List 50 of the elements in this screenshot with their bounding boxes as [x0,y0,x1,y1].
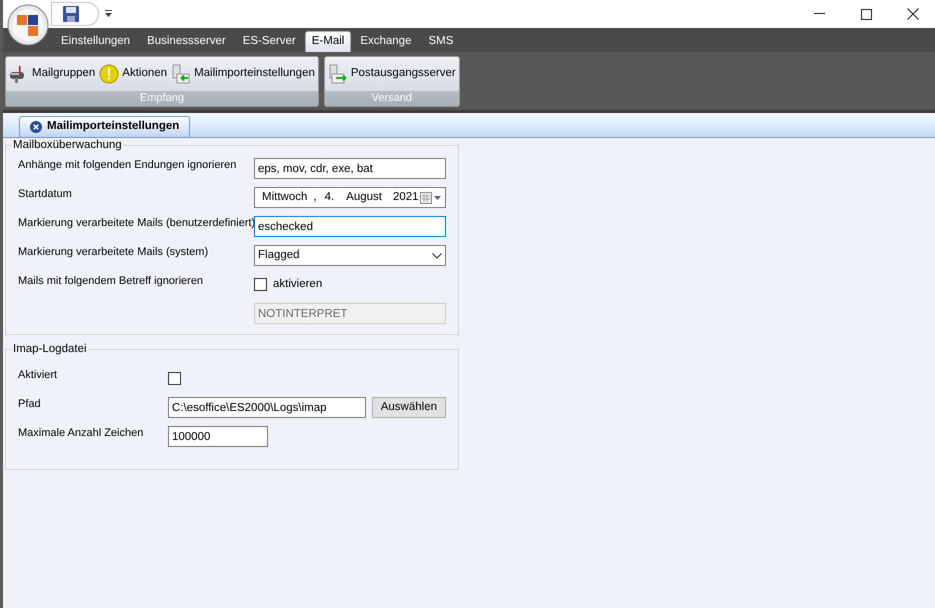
ribbon-button[interactable]: Mailimporteinstellungen [171,62,315,86]
save-icon[interactable] [62,5,80,23]
ribbon-button[interactable]: Aktionen [99,62,168,86]
checkbox-label: aktivieren [273,276,322,292]
exclamation-icon [99,64,120,84]
field-label: Pfad [18,397,42,411]
group-title: Mailboxüberwachung [12,138,123,152]
ribbon-button[interactable]: Postausgangsserver [328,62,456,86]
text-field[interactable]: eps, mov, cdr, exe, bat [254,158,446,179]
ribbon-tab[interactable]: Einstellungen [53,31,138,52]
customize-caret-icon[interactable] [105,10,112,18]
ribbon-tab[interactable]: SMS [420,31,462,52]
field-label: Markierung verarbeitete Mails (system) [18,245,210,259]
maximize-icon[interactable] [861,8,872,20]
checkbox[interactable] [254,278,267,291]
ribbon-tab[interactable]: Businessserver [139,31,234,52]
ribbon-tab[interactable]: Exchange [352,31,420,52]
date-picker[interactable]: Mittwoch , 4. August 2021 [254,187,446,208]
group-title: Imap-Logdatei [12,342,88,356]
date-part[interactable]: 4. [324,188,334,206]
text-field[interactable]: C:\esoffice\ES2000\Logs\imap [168,397,366,418]
server-import-icon [171,64,192,84]
field-label: Startdatum [18,187,73,201]
field-label: Markierung verarbeitete Mails (benutzerdefiniert) [18,216,254,230]
text-field[interactable]: eschecked [254,216,446,237]
ribbon-group-label: Versand [324,91,459,106]
calendar-dropdown-icon[interactable] [420,192,442,204]
date-part[interactable]: 2021 [392,188,419,206]
ribbon-button[interactable]: Mailgruppen [9,62,96,86]
server-export-icon [328,64,348,84]
date-part[interactable]: Mittwoch [262,188,308,206]
date-part[interactable]: , [313,188,317,206]
minimize-icon[interactable] [814,13,825,15]
dropdown[interactable]: Flagged [254,245,446,266]
ribbon-group-label: Empfang [6,91,318,106]
field-label: Aktiviert [18,368,58,382]
close-icon[interactable] [30,121,42,133]
ribbon-tab[interactable]: E-Mail [304,31,352,52]
ribbon-tab[interactable]: ES-Server [234,31,304,52]
field-label: Maximale Anzahl Zeichen [18,426,144,440]
chevron-down-icon [432,252,442,258]
date-part[interactable]: August [346,188,382,206]
text-field[interactable]: 100000 [168,426,268,447]
document-tab[interactable]: Mailimporteinstellungen [19,116,190,137]
choose-button[interactable]: Auswählen [372,397,446,418]
field-label: Anhänge mit folgenden Endungen ignorieren [18,158,238,172]
checkbox[interactable] [168,372,181,385]
close-icon[interactable] [907,8,919,20]
app-menu-icon[interactable] [7,4,49,46]
field-label: Mails mit folgendem Betreff ignorieren [18,274,204,288]
